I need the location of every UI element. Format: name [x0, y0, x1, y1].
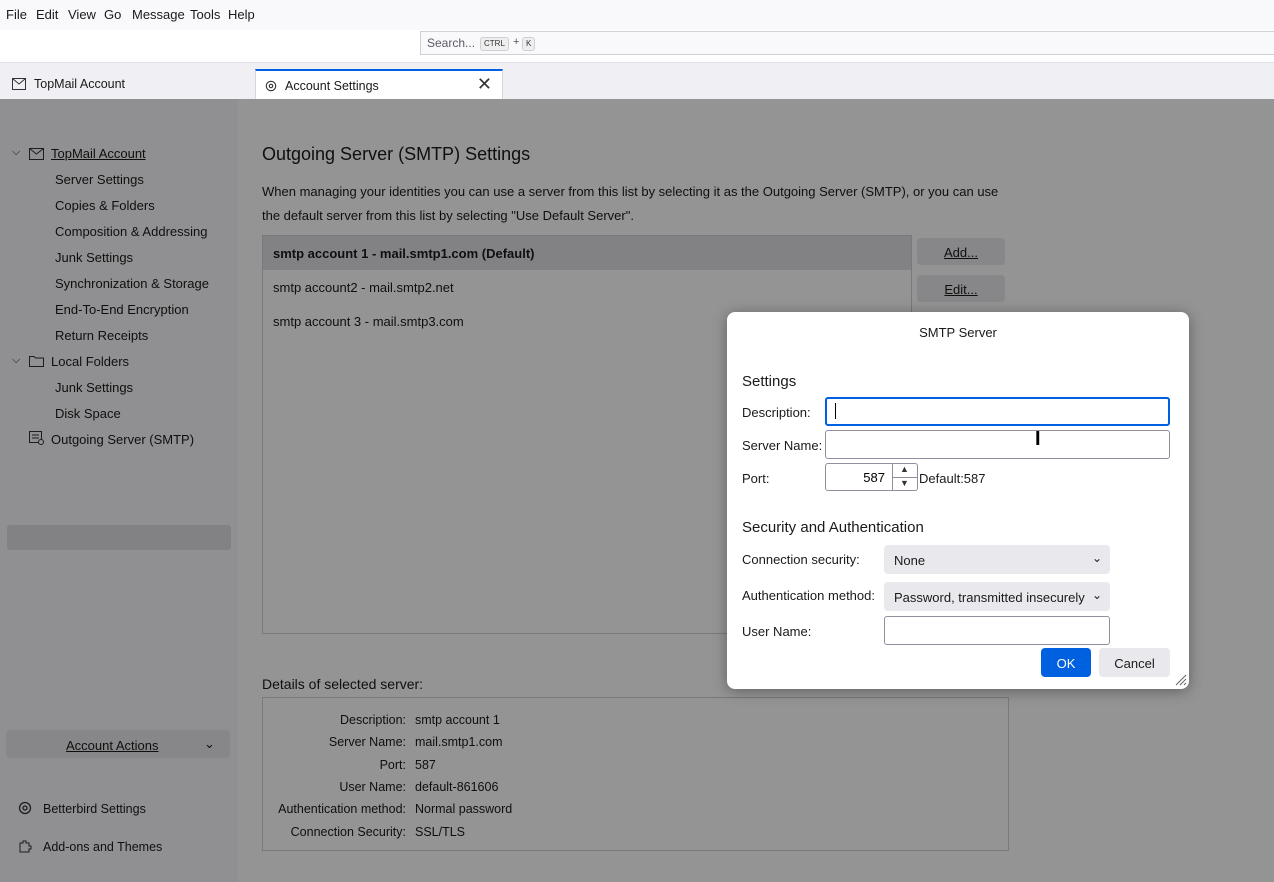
- ok-label: OK: [1056, 656, 1076, 671]
- tab-label: Account Settings: [285, 79, 379, 93]
- search-input[interactable]: Search... CTRL + K: [420, 31, 1274, 55]
- mail-account-icon: [12, 78, 26, 90]
- shortcut-key-k: K: [522, 37, 536, 51]
- shortcut-key-ctrl: CTRL: [480, 37, 509, 51]
- port-increment-button[interactable]: ▲: [892, 464, 917, 477]
- close-icon[interactable]: ✕: [477, 74, 492, 95]
- select-value: None: [894, 553, 926, 568]
- tab-topmail-account[interactable]: TopMail Account: [0, 69, 254, 99]
- chevron-up-icon: ▲: [900, 464, 909, 474]
- shortcut-plus: +: [513, 36, 520, 48]
- connection-security-select[interactable]: None ⌄: [884, 545, 1110, 574]
- search-placeholder: Search...: [427, 36, 476, 50]
- settings-heading: Settings: [742, 373, 797, 390]
- resize-grip-icon[interactable]: [1173, 672, 1187, 686]
- text-cursor-icon: I: [1035, 428, 1041, 450]
- tab-account-settings[interactable]: Account Settings ✕: [255, 69, 503, 101]
- port-decrement-button[interactable]: ▼: [892, 477, 917, 491]
- menu-tools[interactable]: Tools: [190, 7, 220, 22]
- connection-security-label: Connection security:: [742, 552, 860, 567]
- chevron-down-icon: ⌄: [1091, 588, 1102, 602]
- auth-method-select[interactable]: Password, transmitted insecurely ⌄: [884, 582, 1110, 611]
- user-name-field[interactable]: [884, 616, 1110, 645]
- menu-view[interactable]: View: [68, 7, 96, 22]
- security-heading: Security and Authentication: [742, 519, 924, 536]
- menu-message[interactable]: Message: [132, 7, 185, 22]
- user-name-label: User Name:: [742, 624, 812, 639]
- port-default-text: Default:587: [919, 471, 986, 486]
- menu-edit[interactable]: Edit: [36, 7, 58, 22]
- chevron-down-icon: ▼: [900, 478, 909, 488]
- cancel-label: Cancel: [1114, 656, 1155, 671]
- port-label: Port:: [742, 471, 770, 486]
- menu-help[interactable]: Help: [228, 7, 255, 22]
- server-name-field[interactable]: [825, 430, 1170, 459]
- ok-button[interactable]: OK: [1041, 648, 1091, 677]
- description-field[interactable]: [825, 397, 1170, 426]
- settings-gear-icon: [265, 80, 277, 92]
- smtp-server-dialog: SMTP Server Settings Description: Server…: [727, 312, 1189, 689]
- server-name-label: Server Name:: [742, 438, 823, 453]
- menu-file[interactable]: File: [6, 7, 27, 22]
- select-value: Password, transmitted insecurely: [894, 590, 1085, 605]
- menubar: File Edit View Go Message Tools Help: [0, 0, 1274, 30]
- tab-bar: TopMail Account Account Settings ✕: [0, 62, 1274, 101]
- dialog-title: SMTP Server: [919, 325, 997, 340]
- cancel-button[interactable]: Cancel: [1099, 648, 1170, 677]
- chevron-down-icon: ⌄: [1091, 551, 1102, 565]
- description-label: Description:: [742, 405, 811, 420]
- text-caret: [835, 403, 836, 419]
- auth-method-label: Authentication method:: [742, 588, 875, 603]
- tab-label: TopMail Account: [34, 77, 126, 91]
- menu-go[interactable]: Go: [104, 7, 121, 22]
